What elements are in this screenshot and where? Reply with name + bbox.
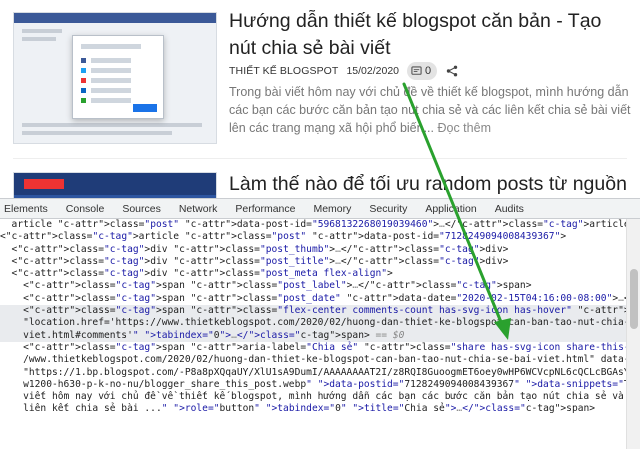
comment-icon [411, 65, 422, 75]
post-title[interactable]: Làm thế nào để tối ưu random posts từ ng… [229, 171, 629, 198]
dom-node-line[interactable]: <"c-attr">class="c-tag">article "c-attr"… [0, 231, 626, 243]
elements-scrollbar[interactable] [626, 219, 640, 449]
thumb-dialog-line [91, 88, 131, 93]
tab-performance[interactable]: Performance [226, 199, 304, 219]
read-more-link[interactable]: Đọc thêm [437, 121, 491, 135]
selected-dom-node-line[interactable]: "location.href='https://www.thietkeblogs… [0, 317, 626, 330]
thumb-topbar [14, 13, 216, 23]
dom-node-line[interactable]: "https://1.bp.blogspot.com/-P8a8pXQqaUY/… [0, 367, 626, 379]
thumb-dialog-line [91, 98, 131, 103]
thumb-dot [81, 68, 86, 73]
comments-count: 0 [425, 65, 432, 77]
thumb-dot [81, 98, 86, 103]
thumb-dialog-line [91, 58, 131, 63]
post-snippet: Trong bài viết hôm nay với chủ đề về thi… [229, 83, 633, 137]
dom-node-line[interactable]: <"c-attr">class="c-tag">span "c-attr">ar… [0, 342, 626, 354]
post-title[interactable]: Hướng dẫn thiết kế blogspot căn bản - Tạ… [229, 8, 629, 62]
scrollbar-thumb[interactable] [630, 269, 638, 329]
tab-application[interactable]: Application [416, 199, 485, 219]
dom-node-line[interactable]: <"c-attr">class="c-tag">div "c-attr">cla… [0, 244, 626, 256]
thumb-dialog [72, 35, 164, 119]
devtools-panel: Elements Console Sources Network Perform… [0, 198, 640, 449]
post-thumbnail[interactable] [13, 12, 217, 144]
snippet-text: Trong bài viết hôm nay với chủ đề về thi… [229, 85, 631, 135]
post-divider [13, 158, 627, 159]
dom-node-line[interactable]: liên kết chia sẻ bài ..." ">role="button… [0, 403, 626, 415]
tab-audits[interactable]: Audits [486, 199, 533, 219]
tab-network[interactable]: Network [170, 199, 227, 219]
thumb-line [22, 123, 202, 127]
dom-node-line[interactable]: <"c-attr">class="c-tag">span "c-attr">cl… [0, 293, 626, 305]
thumb-brand [24, 179, 64, 189]
share-icon[interactable] [446, 65, 458, 77]
thumb-dialog-line [91, 78, 131, 83]
post-meta: THIẾT KẾ BLOGSPOT 15/02/2020 0 [229, 62, 458, 80]
tab-memory[interactable]: Memory [304, 199, 360, 219]
dom-node-line[interactable]: <"c-attr">class="c-tag">span "c-attr">cl… [0, 280, 626, 292]
dom-node-line[interactable]: /www.thietkeblogspot.com/2020/02/huong-d… [0, 354, 626, 366]
tab-elements[interactable]: Elements [0, 199, 57, 219]
thumb-line [22, 131, 172, 135]
tab-sources[interactable]: Sources [113, 199, 170, 219]
thumb-dialog-line [91, 68, 131, 73]
thumb-line [22, 37, 56, 41]
comments-count-button[interactable]: 0 [407, 62, 438, 80]
blog-page: Hướng dẫn thiết kế blogspot căn bản - Tạ… [0, 0, 640, 200]
selected-dom-node-line[interactable]: viet.html#comments'" ">tabindex="0">…</"… [0, 329, 626, 342]
thumb-dot [81, 88, 86, 93]
dom-node-line[interactable]: <"c-attr">class="c-tag">div "c-attr">cla… [0, 268, 626, 280]
tab-console[interactable]: Console [57, 199, 114, 219]
post-thumbnail[interactable] [13, 172, 217, 200]
thumb-dialog-line [81, 44, 141, 49]
post-label[interactable]: THIẾT KẾ BLOGSPOT [229, 65, 338, 77]
thumb-dot [81, 58, 86, 63]
dom-node-line[interactable]: w1200-h630-p-k-no-nu/blogger_share_this_… [0, 379, 626, 391]
thumb-dialog-button [133, 104, 157, 112]
dom-node-line[interactable]: viết hôm nay với chủ đề về thiết kế blog… [0, 391, 626, 403]
devtools-tabbar: Elements Console Sources Network Perform… [0, 199, 640, 219]
thumb-dot [81, 78, 86, 83]
dom-node-line[interactable]: <"c-attr">class="c-tag">div "c-attr">cla… [0, 256, 626, 268]
elements-tree[interactable]: article "c-attr">class="post" "c-attr">d… [0, 219, 626, 449]
selected-dom-node-line[interactable]: <"c-attr">class="c-tag">span "c-attr">cl… [0, 305, 626, 318]
thumb-line [22, 29, 62, 33]
post-date: 15/02/2020 [346, 65, 400, 77]
dom-node-line[interactable]: article "c-attr">class="post" "c-attr">d… [0, 219, 626, 231]
tab-security[interactable]: Security [360, 199, 416, 219]
